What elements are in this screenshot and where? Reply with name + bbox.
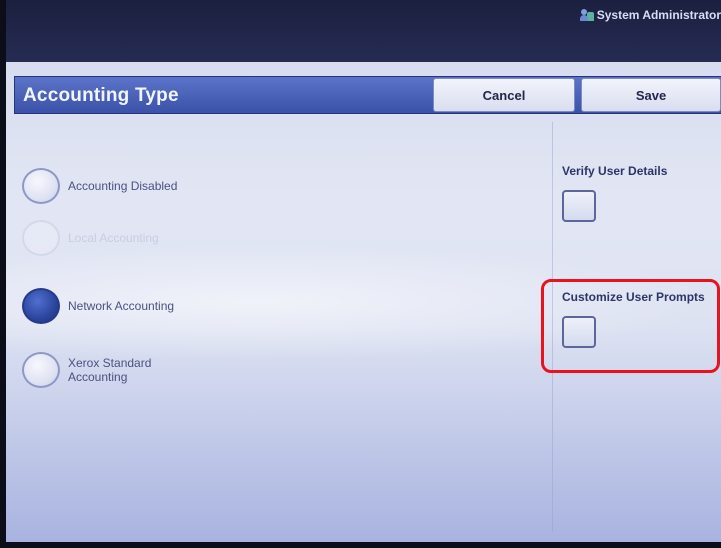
radio-xerox-standard-accounting[interactable] (22, 352, 60, 388)
admin-user-icon (579, 9, 594, 21)
option-local-accounting: Local Accounting (22, 220, 178, 256)
option-accounting-disabled[interactable]: Accounting Disabled (22, 168, 178, 204)
user-badge[interactable]: System Administrator (579, 8, 721, 22)
option-label: Local Accounting (68, 231, 159, 245)
radio-network-accounting[interactable] (22, 288, 60, 324)
verify-user-details-label: Verify User Details (562, 164, 668, 178)
save-button[interactable]: Save (581, 78, 721, 112)
accounting-type-screen: Accounting Type Cancel Save Accounting D… (6, 62, 721, 542)
customize-user-prompts-setting: Customize User Prompts (562, 290, 705, 348)
option-label: Accounting Disabled (68, 179, 178, 193)
title-bar: Accounting Type Cancel Save (14, 76, 721, 114)
page-title: Accounting Type (23, 85, 179, 106)
user-label: System Administrator (596, 8, 721, 22)
option-xerox-standard-accounting[interactable]: Xerox Standard Accounting (22, 352, 178, 388)
device-display: System Administrator Accounting Type Can… (0, 0, 721, 548)
customize-user-prompts-checkbox[interactable] (562, 316, 596, 348)
option-label: Xerox Standard Accounting (68, 356, 152, 384)
customize-user-prompts-label: Customize User Prompts (562, 290, 705, 304)
radio-local-accounting (22, 220, 60, 256)
column-divider (552, 122, 553, 532)
radio-accounting-disabled[interactable] (22, 168, 60, 204)
cancel-button[interactable]: Cancel (433, 78, 575, 112)
verify-user-details-checkbox[interactable] (562, 190, 596, 222)
header-band: System Administrator (6, 0, 721, 62)
verify-user-details-setting: Verify User Details (562, 164, 667, 222)
option-label: Network Accounting (68, 299, 175, 313)
option-network-accounting[interactable]: Network Accounting (22, 288, 178, 324)
